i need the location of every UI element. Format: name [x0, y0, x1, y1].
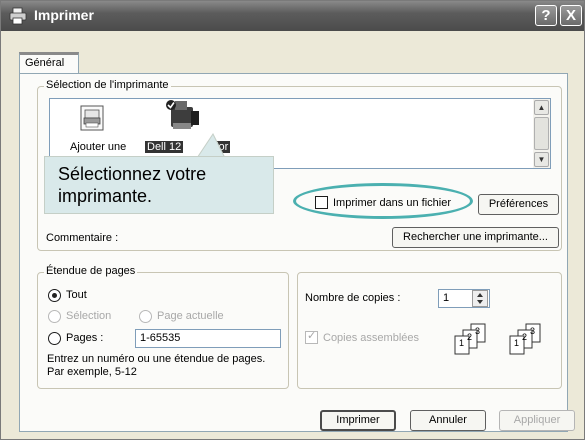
radio-selection-label[interactable]: Sélection	[66, 310, 111, 322]
callout-line-2: imprimante.	[58, 186, 153, 206]
collate-stack-1-label-3: 3	[475, 326, 481, 336]
network-printer-icon	[166, 100, 199, 129]
print-button[interactable]: Imprimer	[320, 410, 396, 431]
tab-general-label: Général	[25, 57, 65, 69]
spinner-arrows-icon	[477, 293, 483, 304]
window-title: Imprimer	[34, 7, 94, 23]
collate-stack-2-label-2: 2	[522, 332, 528, 342]
help-button[interactable]: ?	[535, 5, 557, 26]
printer-list-scrollbar[interactable]: ▲ ▼	[533, 99, 550, 168]
copies-stepper[interactable]	[472, 290, 488, 307]
collate-stack-1-label-1: 1	[459, 338, 465, 348]
radio-pages-label[interactable]: Pages :	[66, 332, 103, 344]
tab-general[interactable]: Général	[19, 52, 79, 74]
scroll-down-icon[interactable]: ▼	[534, 152, 549, 167]
printer-selection-legend: Sélection de l'imprimante	[44, 79, 171, 91]
printer-label-dell-start: Dell 12	[145, 141, 184, 153]
close-button[interactable]: X	[560, 5, 582, 26]
scroll-up-icon[interactable]: ▲	[534, 100, 549, 115]
cancel-button[interactable]: Annuler	[410, 410, 486, 431]
print-dialog: Imprimer ? X Général Sélection de l'impr…	[0, 0, 585, 440]
callout-pointer	[196, 133, 226, 158]
callout-line-1: Sélectionnez votre	[58, 164, 207, 184]
printer-label-add: Ajouter une	[70, 141, 127, 153]
preferences-button[interactable]: Préférences	[478, 194, 559, 215]
collate-stack-1-label-2: 2	[467, 332, 473, 342]
radio-current-page-label[interactable]: Page actuelle	[157, 310, 224, 322]
collate-checkbox[interactable]	[305, 329, 318, 344]
find-printer-button[interactable]: Rechercher une imprimante...	[392, 227, 559, 248]
comment-label: Commentaire :	[46, 233, 119, 241]
add-printer-icon	[80, 105, 104, 131]
scroll-thumb[interactable]	[534, 117, 549, 150]
printer-icon	[9, 7, 27, 25]
highlight-oval	[293, 183, 473, 219]
collate-label[interactable]: Copies assemblées	[323, 332, 419, 344]
radio-current-page[interactable]	[139, 310, 152, 323]
page-range-help-line-1: Entrez un numéro ou une étendue de pages…	[47, 353, 266, 365]
page-range-help-line-2: Par exemple, 5-12	[47, 366, 137, 378]
apply-button[interactable]: Appliquer	[499, 410, 575, 431]
collate-stack-2-label-3: 3	[530, 326, 536, 336]
collate-stack-2-label-1: 1	[514, 338, 520, 348]
title-bar[interactable]: Imprimer ? X	[1, 1, 584, 31]
radio-pages[interactable]	[48, 332, 61, 345]
radio-selection[interactable]	[48, 310, 61, 323]
instruction-callout: Sélectionnez votre imprimante.	[44, 156, 274, 214]
pages-input[interactable]: 1-65535	[135, 329, 281, 348]
radio-all-label[interactable]: Tout	[66, 289, 87, 301]
copies-label: Nombre de copies :	[305, 292, 401, 304]
page-range-legend: Étendue de pages	[44, 265, 138, 277]
radio-all[interactable]	[48, 289, 61, 302]
